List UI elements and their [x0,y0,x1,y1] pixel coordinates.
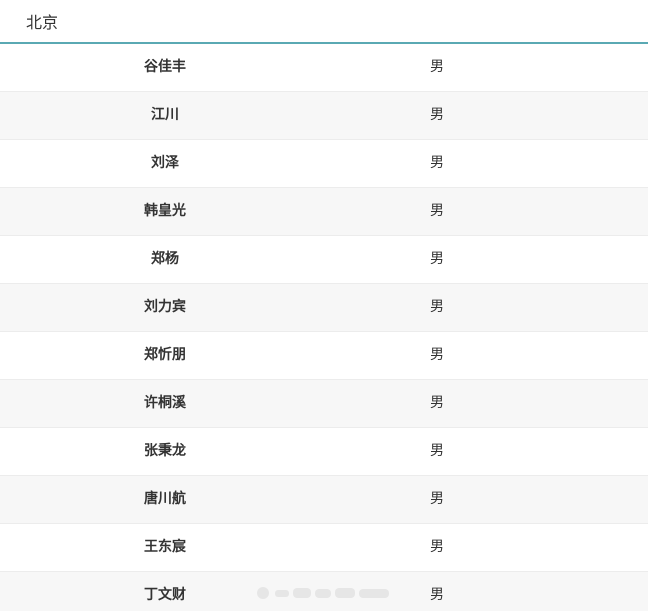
player-gender: 男 [430,347,444,363]
player-gender: 男 [430,155,444,171]
table-row: 韩皇光 男 [0,188,648,236]
player-name: 江川 [151,107,179,123]
player-gender: 男 [430,443,444,459]
player-gender: 男 [430,59,444,75]
player-name: 郑忻朋 [144,347,186,363]
table-row: 江川 男 [0,92,648,140]
player-gender: 男 [430,395,444,411]
player-name: 郑杨 [151,251,179,267]
page: 北京 谷佳丰 男 江川 男 刘泽 男 韩皇光 男 郑杨 男 刘力宾 男 郑忻朋 … [0,0,648,611]
player-name: 唐川航 [144,491,186,507]
table-row: 刘力宾 男 [0,284,648,332]
player-gender: 男 [430,299,444,315]
watermark-logo [257,587,389,599]
player-gender: 男 [430,107,444,123]
player-name: 刘力宾 [144,299,186,315]
player-name: 张秉龙 [144,443,186,459]
player-name: 韩皇光 [144,203,186,219]
player-gender: 男 [430,251,444,267]
player-gender: 男 [430,539,444,555]
player-gender: 男 [430,491,444,507]
player-name: 刘泽 [151,155,179,171]
player-name: 许桐溪 [144,395,186,411]
player-gender: 男 [430,587,444,603]
table-row: 许桐溪 男 [0,380,648,428]
player-table: 谷佳丰 男 江川 男 刘泽 男 韩皇光 男 郑杨 男 刘力宾 男 郑忻朋 男 许… [0,44,648,611]
player-name: 王东宸 [144,539,186,555]
table-row: 唐川航 男 [0,476,648,524]
table-row: 王东宸 男 [0,524,648,572]
table-row: 郑忻朋 男 [0,332,648,380]
table-row: 郑杨 男 [0,236,648,284]
player-name: 谷佳丰 [144,59,186,75]
section-title: 北京 [26,13,59,32]
table-row: 刘泽 男 [0,140,648,188]
player-gender: 男 [430,203,444,219]
table-row: 谷佳丰 男 [0,44,648,92]
section-header: 北京 [0,0,648,44]
player-name: 丁文财 [144,587,186,603]
table-row: 张秉龙 男 [0,428,648,476]
